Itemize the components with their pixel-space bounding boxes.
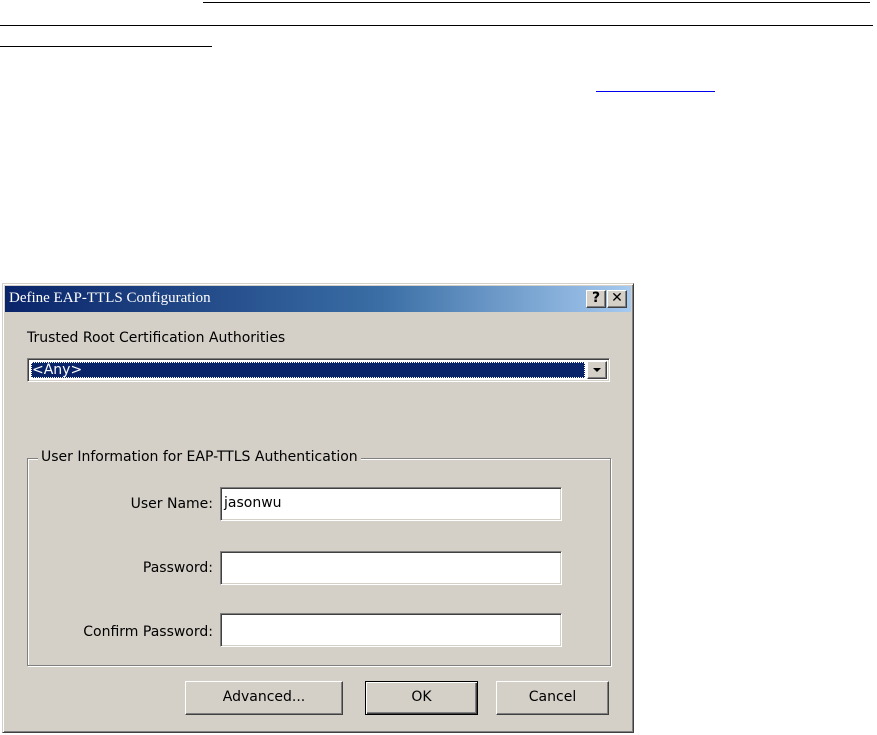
- dialog-title: Define EAP-TTLS Configuration: [9, 290, 211, 306]
- trusted-root-combobox[interactable]: <Any>: [27, 358, 610, 382]
- trusted-root-selected-value[interactable]: <Any>: [31, 362, 585, 378]
- document-rule-short: [0, 46, 212, 47]
- close-icon: ✕: [611, 290, 623, 306]
- confirm-password-input[interactable]: [220, 613, 562, 647]
- cancel-button[interactable]: Cancel: [496, 681, 609, 715]
- user-name-input[interactable]: jasonwu: [220, 487, 562, 521]
- group-title: User Information for EAP-TTLS Authentica…: [38, 449, 361, 465]
- document-rule-top: [203, 2, 870, 3]
- help-icon: ?: [591, 290, 601, 306]
- close-button[interactable]: ✕: [607, 290, 627, 308]
- chevron-down-icon[interactable]: [587, 361, 607, 379]
- password-input[interactable]: [220, 551, 562, 585]
- trusted-root-label: Trusted Root Certification Authorities: [27, 330, 286, 346]
- advanced-button[interactable]: Advanced...: [185, 681, 343, 715]
- dialog-titlebar[interactable]: Define EAP-TTLS Configuration ? ✕: [5, 286, 631, 312]
- confirm-password-label: Confirm Password:: [83, 624, 213, 640]
- ok-button[interactable]: OK: [365, 681, 478, 715]
- password-label: Password:: [142, 560, 213, 576]
- help-button[interactable]: ?: [586, 290, 606, 308]
- eap-ttls-dialog: Define EAP-TTLS Configuration ? ✕ Truste…: [2, 283, 634, 733]
- user-name-label: User Name:: [130, 496, 213, 512]
- document-link-underline[interactable]: [596, 91, 715, 92]
- document-rule-middle: [0, 25, 873, 26]
